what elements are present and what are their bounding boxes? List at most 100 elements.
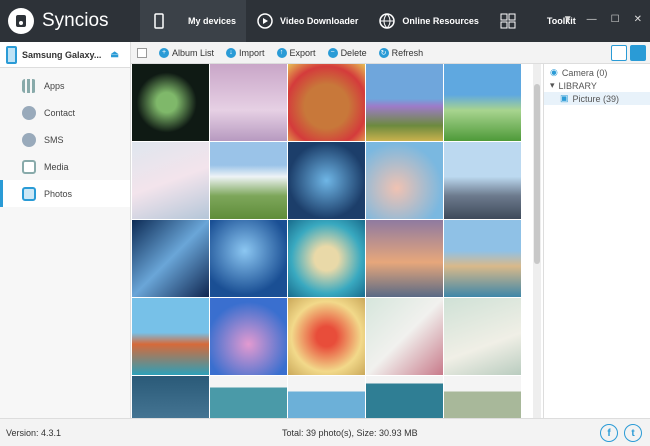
- phone-icon: [6, 45, 17, 64]
- contact-icon: [22, 105, 36, 120]
- button-label: Delete: [340, 47, 367, 58]
- tab-label: My devices: [188, 16, 237, 26]
- photo-thumbnail[interactable]: [288, 298, 365, 375]
- tab-label: Online Resources: [402, 16, 479, 26]
- sidebar-item-label: Contact: [44, 107, 76, 118]
- collapse-icon: ▾: [550, 80, 555, 90]
- photo-thumbnail[interactable]: [444, 376, 521, 418]
- sidebar-item-media[interactable]: Media: [0, 153, 130, 180]
- calendar-view-icon[interactable]: [611, 45, 627, 61]
- photo-thumbnail[interactable]: [288, 376, 365, 418]
- top-bar: Syncios My devices Video Downloader Onli…: [0, 0, 650, 42]
- phone-icon: [150, 12, 168, 30]
- sidebar-item-sms[interactable]: SMS: [0, 126, 130, 153]
- export-button[interactable]: ↑ Export: [276, 47, 316, 58]
- window-controls: ▼ — ☐ ✕: [563, 14, 642, 25]
- refresh-button[interactable]: ↻ Refresh: [378, 47, 424, 58]
- sidebar-item-label: SMS: [44, 134, 64, 145]
- photo-thumbnail[interactable]: [132, 220, 209, 297]
- grid-icon: [499, 12, 517, 30]
- photo-thumbnail[interactable]: [366, 298, 443, 375]
- view-toggle: [611, 45, 646, 61]
- minimize-icon[interactable]: —: [587, 14, 597, 25]
- sidebar-item-label: Media: [44, 161, 69, 172]
- sidebar-item-label: Apps: [44, 80, 65, 91]
- tab-label: Video Downloader: [280, 16, 359, 26]
- tree-item-label: LIBRARY: [558, 80, 597, 91]
- tree-item-library[interactable]: ▾ LIBRARY: [544, 79, 650, 92]
- sidebar-item-apps[interactable]: Apps: [0, 72, 130, 99]
- photo-thumbnail[interactable]: [210, 64, 287, 141]
- import-icon: ↓: [226, 47, 237, 58]
- eject-icon[interactable]: ⏏: [110, 49, 119, 60]
- app-logo: Syncios: [0, 0, 140, 42]
- close-icon[interactable]: ✕: [634, 14, 642, 25]
- photo-thumbnail[interactable]: [366, 220, 443, 297]
- photo-thumbnail[interactable]: [366, 376, 443, 418]
- device-name: Samsung Galaxy...: [22, 49, 102, 60]
- button-label: Album List: [172, 47, 215, 58]
- sidebar: Samsung Galaxy... ⏏ Apps Contact SMS Med…: [0, 42, 131, 418]
- photo-thumbnail[interactable]: [444, 298, 521, 375]
- tree-item-picture[interactable]: ▣ Picture (39): [544, 92, 650, 105]
- photo-thumbnail[interactable]: [210, 298, 287, 375]
- folder-icon: ▣: [560, 93, 569, 103]
- facebook-icon[interactable]: f: [600, 424, 618, 442]
- select-all-checkbox[interactable]: [137, 47, 147, 58]
- album-view-icon[interactable]: [630, 45, 646, 61]
- photo-thumbnail[interactable]: [444, 64, 521, 141]
- camera-icon: ◉: [550, 67, 558, 77]
- button-label: Import: [239, 47, 265, 58]
- sidebar-item-photos[interactable]: Photos: [0, 180, 130, 207]
- photo-thumbnail[interactable]: [366, 64, 443, 141]
- import-button[interactable]: ↓ Import: [226, 47, 265, 58]
- photo-thumbnail[interactable]: [132, 142, 209, 219]
- photo-thumbnail[interactable]: [132, 64, 209, 141]
- refresh-icon: ↻: [378, 47, 389, 58]
- album-list-button[interactable]: + Album List: [159, 47, 215, 58]
- photo-thumbnail[interactable]: [132, 298, 209, 375]
- status-bar: Version: 4.3.1 Total: 39 photo(s), Size:…: [0, 418, 650, 446]
- menu-icon[interactable]: ▼: [563, 14, 573, 25]
- photo-thumbnail[interactable]: [210, 142, 287, 219]
- button-label: Export: [289, 47, 316, 58]
- maximize-icon[interactable]: ☐: [611, 14, 620, 25]
- tab-video-downloader[interactable]: Video Downloader: [246, 0, 368, 42]
- tab-online-resources[interactable]: Online Resources: [368, 0, 489, 42]
- grid-scrollbar[interactable]: [533, 64, 541, 418]
- photo-thumbnail[interactable]: [366, 142, 443, 219]
- photo-thumbnail[interactable]: [444, 220, 521, 297]
- apps-icon: [22, 78, 36, 93]
- plus-icon: +: [159, 47, 169, 58]
- photo-thumbnail[interactable]: [288, 64, 365, 141]
- export-icon: ↑: [276, 47, 287, 58]
- button-label: Refresh: [391, 47, 424, 58]
- photo-thumbnail[interactable]: [444, 142, 521, 219]
- delete-icon: −: [327, 47, 338, 58]
- sms-icon: [22, 132, 36, 147]
- photos-icon: [22, 186, 36, 201]
- device-selector[interactable]: Samsung Galaxy... ⏏: [0, 42, 130, 68]
- delete-button[interactable]: − Delete: [327, 47, 367, 58]
- twitter-icon[interactable]: t: [624, 424, 642, 442]
- play-icon: [256, 12, 274, 30]
- tab-my-devices[interactable]: My devices: [140, 0, 247, 42]
- tree-item-camera[interactable]: ◉ Camera (0): [544, 66, 650, 79]
- media-icon: [22, 159, 36, 174]
- album-tree: ◉ Camera (0) ▾ LIBRARY ▣ Picture (39): [543, 64, 650, 418]
- tree-item-label: Picture (39): [572, 93, 620, 104]
- sidebar-item-label: Photos: [44, 188, 73, 199]
- photo-thumbnail[interactable]: [210, 376, 287, 418]
- sidebar-item-contact[interactable]: Contact: [0, 99, 130, 126]
- syncios-logo-icon: [8, 8, 34, 34]
- photo-thumbnail[interactable]: [210, 220, 287, 297]
- photo-thumbnail[interactable]: [132, 376, 209, 418]
- social-links: f t: [600, 424, 642, 442]
- scrollbar-thumb[interactable]: [534, 84, 540, 264]
- photo-thumbnail[interactable]: [288, 142, 365, 219]
- globe-icon: [378, 12, 396, 30]
- photo-thumbnail[interactable]: [288, 220, 365, 297]
- version-text: Version: 4.3.1: [6, 427, 62, 438]
- tree-item-label: Camera (0): [561, 67, 608, 78]
- photo-grid: [131, 64, 523, 418]
